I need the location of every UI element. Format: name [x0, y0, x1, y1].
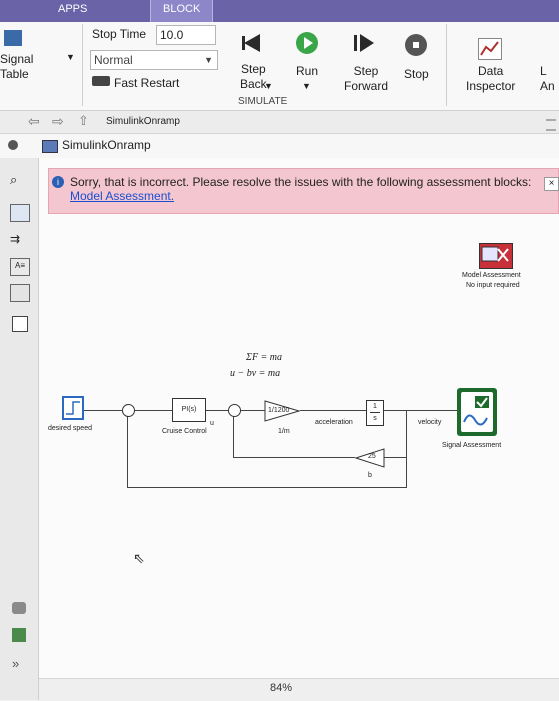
address-model-name[interactable]: SimulinkOnramp: [62, 138, 151, 152]
arrow-icon[interactable]: ⇉: [10, 232, 20, 246]
signal-line: [384, 410, 460, 411]
close-banner-button[interactable]: ×: [544, 177, 559, 191]
expand-palette-icon[interactable]: »: [12, 656, 19, 671]
banner-text: Sorry, that is incorrect. Please resolve…: [70, 175, 532, 189]
model-assessment-label: Model Assessment: [462, 272, 521, 279]
cruise-control-label: Cruise Control: [162, 428, 207, 435]
section-label: SIMULATE: [238, 96, 288, 107]
banner-message: Sorry, that is incorrect. Please resolve…: [70, 175, 540, 203]
u-signal-label: u: [210, 420, 214, 427]
simulation-mode-value: Normal: [94, 53, 133, 67]
signal-line: [406, 410, 407, 488]
camera-icon[interactable]: [12, 602, 26, 614]
signal-assessment-face: [461, 392, 493, 432]
equation-dynamics: u − bv = ma: [230, 368, 281, 379]
sum-block[interactable]: [122, 404, 135, 417]
signal-line: [127, 416, 128, 488]
separator: [82, 24, 83, 106]
step-back-button[interactable]: Step Back: [240, 62, 267, 92]
forward-icon[interactable]: ⇨: [52, 113, 64, 130]
model-assessment-link[interactable]: Model Assessment.: [70, 189, 174, 203]
area-icon[interactable]: [12, 316, 28, 332]
tab-block[interactable]: BLOCK: [150, 0, 214, 22]
separator: [446, 24, 447, 106]
equation-force: ΣF = ma: [246, 352, 283, 363]
step-back-icon: [240, 32, 264, 54]
breadcrumb-item[interactable]: SimulinkOnramp: [106, 116, 180, 127]
integrator-block[interactable]: 1 s: [366, 400, 384, 426]
property-inspector-icon[interactable]: [12, 628, 26, 642]
zoom-icon[interactable]: ⌕: [10, 172, 17, 188]
stop-button[interactable]: Stop: [404, 67, 429, 81]
menu-icon[interactable]: [546, 119, 556, 131]
gain-name-label: 1/m: [278, 428, 290, 435]
up-icon[interactable]: ⇧: [78, 113, 89, 129]
image-icon[interactable]: [10, 284, 30, 302]
play-icon: [296, 32, 318, 54]
signal-line: [384, 457, 406, 458]
signal-assessment-label: Signal Assessment: [442, 442, 502, 449]
cut-off-button-label[interactable]: L An: [540, 64, 555, 94]
model-assessment-block[interactable]: [479, 243, 513, 269]
signal-line: [206, 410, 228, 411]
data-inspector-button[interactable]: Data Inspector: [466, 64, 515, 94]
model-icon: [42, 140, 58, 153]
stop-icon: [405, 34, 427, 56]
hide-explorer-icon[interactable]: [8, 140, 18, 150]
stop-time-input[interactable]: 10.0: [156, 25, 216, 45]
signal-line: [82, 410, 122, 411]
chevron-down-icon: ▼: [204, 55, 213, 65]
data-inspector-icon: [478, 38, 502, 60]
back-icon[interactable]: ⇦: [28, 113, 40, 130]
integrator-denominator: s: [370, 412, 380, 424]
signal-line: [238, 410, 266, 411]
simulation-mode-select[interactable]: Normal ▼: [90, 50, 218, 70]
chevron-down-icon[interactable]: ▼: [66, 52, 75, 62]
desired-speed-label: desired speed: [48, 425, 92, 432]
feedback-gain-value: 25: [368, 453, 376, 460]
velocity-label: velocity: [418, 419, 442, 426]
signal-line: [233, 457, 355, 458]
fast-restart-button[interactable]: Fast Restart: [114, 76, 179, 90]
fit-view-icon[interactable]: [10, 204, 30, 222]
gain-value-label: 1/1200: [268, 407, 290, 414]
annotation-icon[interactable]: A≡: [10, 258, 30, 276]
acceleration-label: acceleration: [315, 419, 353, 426]
signal-line: [233, 416, 234, 458]
signal-line: [127, 487, 407, 488]
step-forward-button[interactable]: Step Forward: [344, 64, 388, 94]
chevron-down-icon[interactable]: ▼: [264, 81, 273, 91]
signal-assessment-block[interactable]: [457, 388, 497, 436]
signal-table-button[interactable]: Signal Table: [0, 52, 50, 82]
info-icon: i: [52, 176, 64, 188]
cursor-icon: ⇖: [133, 550, 145, 566]
pi-controller-block[interactable]: PI(s): [172, 398, 206, 422]
no-input-label: No input required: [466, 282, 520, 289]
b-label: b: [368, 472, 372, 479]
zoom-level: 84%: [270, 682, 293, 694]
integrator-numerator: 1: [373, 403, 377, 410]
status-bar: [39, 678, 559, 701]
signal-line: [132, 410, 172, 411]
chevron-down-icon[interactable]: ▼: [302, 81, 311, 91]
table-icon: [4, 30, 22, 46]
step-forward-icon: [352, 32, 376, 54]
run-button[interactable]: Run: [296, 64, 318, 78]
tab-apps[interactable]: APPS: [58, 0, 87, 22]
sum-block[interactable]: [228, 404, 241, 417]
fast-restart-icon: [92, 76, 110, 86]
signal-line: [300, 410, 366, 411]
step-block[interactable]: [62, 396, 84, 420]
stop-time-label: Stop Time: [92, 27, 147, 41]
